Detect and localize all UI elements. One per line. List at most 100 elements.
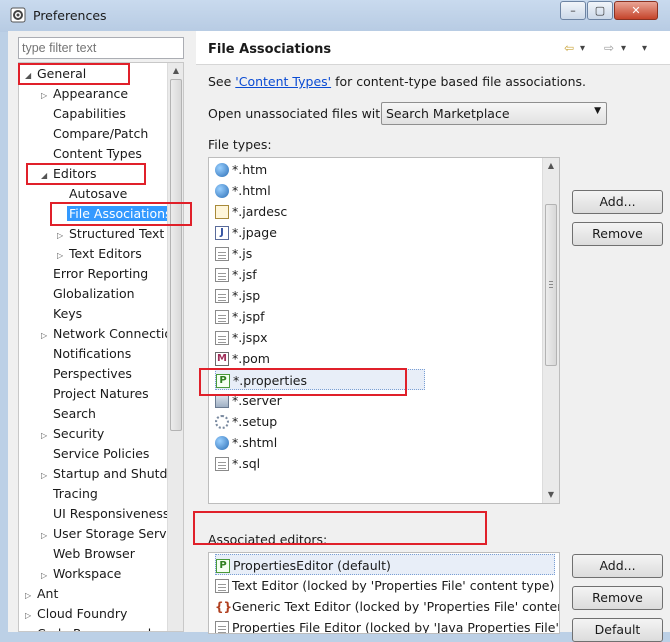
tree-item-label: Perspectives — [53, 366, 132, 381]
collapsed-icon[interactable]: ▷ — [25, 626, 35, 631]
file-type-row[interactable]: J *.jpage — [215, 222, 425, 243]
collapsed-icon[interactable]: ▷ — [25, 586, 35, 606]
file-type-row[interactable]: *.jardesc — [215, 201, 425, 222]
collapsed-icon[interactable]: ▷ — [41, 326, 51, 346]
forward-arrow-icon[interactable]: ⇨ — [604, 41, 614, 55]
collapsed-icon[interactable]: ▷ — [57, 246, 67, 266]
tree-item-capabilities[interactable]: Capabilities — [41, 104, 128, 124]
tree-item-security[interactable]: ▷ Security — [41, 424, 106, 444]
file-type-row[interactable]: *.jsp — [215, 285, 425, 306]
globe-icon — [215, 183, 229, 198]
file-icon — [215, 288, 229, 303]
collapsed-icon[interactable]: ▷ — [41, 86, 51, 106]
content-types-link[interactable]: 'Content Types' — [235, 74, 331, 89]
tree-item-cloud-foundry[interactable]: ▷ Cloud Foundry — [25, 604, 129, 624]
tree-item-service-policies[interactable]: Service Policies — [41, 444, 151, 464]
tree-item-tracing[interactable]: Tracing — [41, 484, 100, 504]
file-types-add-button[interactable]: Add... — [572, 190, 663, 214]
file-type-row[interactable]: *.jspx — [215, 327, 425, 348]
tree-item-workspace[interactable]: ▷ Workspace — [41, 564, 123, 584]
scroll-up-icon[interactable]: ▲ — [168, 63, 183, 79]
file-type-row[interactable]: *.htm — [215, 159, 425, 180]
tree-item-ant[interactable]: ▷ Ant — [25, 584, 60, 604]
file-icon — [215, 456, 229, 471]
file-type-name: *.jspx — [232, 330, 268, 345]
collapsed-icon[interactable]: ▷ — [25, 606, 35, 626]
tree-item-structured-text-e[interactable]: ▷ Structured Text E — [57, 224, 178, 244]
file-types-remove-button[interactable]: Remove — [572, 222, 663, 246]
file-type-row[interactable]: *.shtml — [215, 432, 425, 453]
tree-item-content-types[interactable]: Content Types — [41, 144, 144, 164]
editor-row[interactable]: {}Generic Text Editor (locked by 'Proper… — [215, 596, 559, 617]
tree-item-label: Network Connectio — [53, 326, 172, 341]
tree-item-label: Notifications — [53, 346, 132, 361]
file-type-row[interactable]: *.jsf — [215, 264, 425, 285]
back-menu-icon[interactable]: ▾ — [580, 43, 585, 54]
file-types-scrollbar[interactable]: ▲ ▼ — [542, 158, 559, 503]
tree-item-startup-and-shutdo[interactable]: ▷ Startup and Shutdo — [41, 464, 177, 484]
file-icon — [215, 578, 229, 593]
file-type-row[interactable]: *.sql — [215, 453, 425, 474]
scroll-up-icon[interactable]: ▲ — [543, 158, 559, 174]
maximize-button[interactable]: ▢ — [587, 1, 613, 20]
open-unassociated-label: Open unassociated files with: — [208, 106, 393, 121]
tree-item-network-connectio[interactable]: ▷ Network Connectio — [41, 324, 174, 344]
tree-scroll-thumb[interactable] — [170, 79, 182, 431]
generic-editor-icon: {} — [215, 599, 233, 614]
file-types-list: ▲ ▼ *.htm *.html *.jardesc J *.jpage *.js *.js… — [208, 157, 560, 504]
tree-item-label: Security — [53, 426, 105, 441]
editors-add-button[interactable]: Add... — [572, 554, 663, 578]
tree-item-text-editors[interactable]: ▷ Text Editors — [57, 244, 144, 264]
tree-item-project-natures[interactable]: Project Natures — [41, 384, 151, 404]
collapsed-icon[interactable]: ▷ — [41, 466, 51, 486]
filter-input[interactable] — [18, 37, 184, 59]
editor-row[interactable]: P PropertiesEditor (default) — [215, 554, 555, 575]
file-type-name: *.jardesc — [232, 204, 288, 219]
tree-item-keys[interactable]: Keys — [41, 304, 84, 324]
tree-item-label: Appearance — [53, 86, 129, 101]
file-type-row[interactable]: *.jspf — [215, 306, 425, 327]
tree-item-user-storage-servic[interactable]: ▷ User Storage Servic — [41, 524, 179, 544]
tree-item-label: Globalization — [53, 286, 135, 301]
tree-item-label: Ant — [37, 586, 59, 601]
tree-item-ui-responsiveness[interactable]: UI Responsiveness — [41, 504, 171, 524]
tree-item-notifications[interactable]: Notifications — [41, 344, 133, 364]
tree-item-compare-patch[interactable]: Compare/Patch — [41, 124, 150, 144]
editors-remove-button[interactable]: Remove — [572, 586, 663, 610]
editor-row[interactable]: Text Editor (locked by 'Properties File'… — [215, 575, 559, 596]
collapsed-icon[interactable]: ▷ — [41, 526, 51, 546]
close-button[interactable]: ✕ — [614, 1, 658, 20]
file-type-name: *.jsf — [232, 267, 257, 282]
tree-item-label: Content Types — [53, 146, 142, 161]
view-menu-icon[interactable]: ▾ — [642, 43, 647, 54]
tree-item-globalization[interactable]: Globalization — [41, 284, 137, 304]
editor-name: PropertiesEditor (default) — [233, 558, 391, 573]
editor-row[interactable]: Properties File Editor (locked by 'Java … — [215, 617, 559, 633]
open-unassociated-select[interactable]: Search Marketplace ▼ — [381, 102, 607, 125]
tree-item-code-recommenders[interactable]: ▷Code Recommenders — [25, 624, 173, 631]
file-type-row[interactable]: *.setup — [215, 411, 425, 432]
collapsed-icon[interactable]: ▷ — [41, 426, 51, 446]
minimize-button[interactable]: – — [560, 1, 586, 20]
file-type-row[interactable]: *.html — [215, 180, 425, 201]
scroll-down-icon[interactable]: ▼ — [543, 487, 559, 503]
file-associations-page: See 'Content Types' for content-type bas… — [196, 65, 670, 642]
back-arrow-icon[interactable]: ⇦ — [564, 41, 574, 55]
tree-item-label: Tracing — [53, 486, 98, 501]
tree-item-label: Error Reporting — [53, 266, 149, 281]
tree-item-appearance[interactable]: ▷ Appearance — [41, 84, 130, 104]
collapsed-icon[interactable]: ▷ — [41, 566, 51, 586]
tree-item-perspectives[interactable]: Perspectives — [41, 364, 134, 384]
file-types-scroll-thumb[interactable] — [545, 204, 557, 366]
highlight-general — [18, 63, 130, 85]
tree-item-autosave[interactable]: Autosave — [57, 184, 129, 204]
file-type-row[interactable]: *.js — [215, 243, 425, 264]
tree-scrollbar[interactable]: ▲ — [167, 63, 183, 631]
tree-item-error-reporting[interactable]: Error Reporting — [41, 264, 150, 284]
collapsed-icon[interactable]: ▷ — [57, 226, 67, 246]
tree-item-search[interactable]: Search — [41, 404, 98, 424]
editors-default-button[interactable]: Default — [572, 618, 663, 642]
forward-menu-icon[interactable]: ▾ — [621, 43, 626, 54]
file-type-row[interactable]: M *.pom — [215, 348, 425, 369]
tree-item-web-browser[interactable]: Web Browser — [41, 544, 137, 564]
